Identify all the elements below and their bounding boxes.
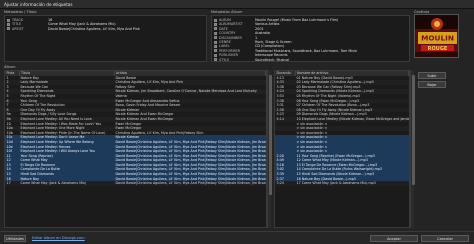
scrollbar-thumb[interactable] bbox=[411, 75, 415, 185]
table-cell: Nicole Kidman, Jim Broadbent, Caroline O… bbox=[114, 89, 266, 94]
meta-panel: TRACK 16 TITLE Come What May (Jack & Abraha… bbox=[4, 15, 207, 62]
field-value[interactable]: Interscope Records bbox=[255, 53, 287, 57]
album-cover-image[interactable]: MOULIN ROUGE bbox=[414, 14, 459, 58]
scrollbar-thumb[interactable] bbox=[268, 75, 272, 195]
field-value[interactable]: Soundtrack, Musical bbox=[255, 58, 289, 61]
tag-editor-window: Ajustar información de etiquetas Metadat… bbox=[0, 0, 474, 244]
field-value[interactable]: 16 bbox=[48, 18, 52, 22]
table-row[interactable]: 10d Elephant Love Medley: Up Where We Bel… bbox=[5, 139, 266, 145]
table-cell: David Bowie|Christina Aguilera, Lil' Kim… bbox=[114, 149, 266, 154]
row-checkbox[interactable] bbox=[7, 22, 10, 26]
move-down-button[interactable]: Bajar bbox=[418, 81, 446, 88]
row-checkbox[interactable] bbox=[214, 44, 217, 48]
row-checkbox[interactable] bbox=[214, 31, 217, 35]
field-value[interactable]: CD (Compilation) bbox=[255, 44, 284, 48]
table-cell: 17 Come What May (Jack & Abrahams Mix).m… bbox=[295, 181, 409, 186]
cancel-button[interactable]: Cancelar bbox=[421, 235, 469, 242]
table-cell: Come What May (Jack & Abrahams Mix) bbox=[19, 181, 114, 186]
album-table-label: Álbum bbox=[4, 65, 16, 69]
table-row[interactable]: 3:24 17 Come What May (Jack & Abrahams Mi… bbox=[275, 181, 409, 186]
cover-art-icon: MOULIN ROUGE bbox=[415, 15, 458, 57]
row-checkbox[interactable] bbox=[214, 53, 217, 57]
row-checkbox[interactable] bbox=[214, 49, 217, 53]
table-cell: David Bowie|Christina Aguilera, Lil' Kim… bbox=[114, 139, 266, 145]
table-cell: 17 bbox=[5, 181, 19, 186]
album-tracks-table[interactable]: Pista Título Artista 1 Nature Boy David Bowi… bbox=[4, 70, 267, 228]
table-cell: 10 Elephant Love Medley (Nicole Kidman, … bbox=[295, 116, 409, 122]
field-value[interactable]: Australia bbox=[255, 31, 270, 35]
field-value[interactable]: 1 bbox=[255, 36, 257, 40]
table-row[interactable]: 17 Come What May (Jack & Abrahams Mix) Dav… bbox=[5, 181, 266, 186]
accept-button[interactable]: Aceptar bbox=[370, 235, 418, 242]
album-table-scrollbar[interactable] bbox=[267, 70, 272, 228]
field-name: ARTIST bbox=[12, 26, 24, 31]
row-checkbox[interactable] bbox=[214, 58, 217, 61]
table-row[interactable]: 10f Elephant Love Medley: I Will Always L… bbox=[5, 149, 266, 154]
status-bar: Utilidades Editar álbum en Discogs.com A… bbox=[0, 231, 474, 244]
window-title: Ajustar información de etiquetas bbox=[0, 0, 474, 9]
field-value[interactable]: Come What May (Jack & Abrahams Mix) bbox=[48, 22, 116, 26]
table-cell: David Bowie|Christina Aguilera, Lil' Kim… bbox=[114, 172, 266, 177]
file-table-scrollbar[interactable] bbox=[410, 70, 415, 228]
cover-subtitle-text: ROUGE bbox=[428, 46, 448, 52]
table-row[interactable]: 15 Hindi Sad Diamonds David Bowie|Christin… bbox=[5, 172, 266, 177]
metadata-row[interactable]: STYLE Soundtrack, Musical bbox=[214, 57, 407, 62]
field-value[interactable]: David Bowie|Christina Aguilera, Lil' Kim… bbox=[48, 27, 140, 31]
row-checkbox[interactable] bbox=[214, 22, 217, 26]
move-up-button[interactable]: Subir bbox=[418, 72, 446, 79]
metadata-row[interactable]: ARTIST David Bowie|Christina Aguilera, Li… bbox=[7, 27, 204, 32]
album-panel-label: Metadatos Álbum bbox=[211, 10, 243, 14]
table-cell: David Bowie|Christina Aguilera, Lil' Kim… bbox=[114, 181, 266, 186]
file-table[interactable]: Duración Nombre de archivo 4:13 01 Nature … bbox=[274, 70, 410, 228]
row-checkbox[interactable] bbox=[214, 40, 217, 44]
row-checkbox[interactable] bbox=[7, 18, 10, 22]
row-checkbox[interactable] bbox=[214, 27, 217, 31]
row-checkbox[interactable] bbox=[7, 27, 10, 31]
meta-panel-label: Metadatos / Título bbox=[4, 10, 37, 14]
album-panel: ALBUM Moulin Rouge! (Music From Baz Luhrm… bbox=[211, 15, 410, 62]
field-value[interactable]: Rock, Stage & Screen bbox=[255, 40, 292, 44]
field-value[interactable]: 2001 bbox=[255, 27, 264, 31]
cover-title-text: MOULIN bbox=[421, 34, 454, 43]
utilities-button[interactable]: Utilidades bbox=[4, 235, 26, 242]
row-checkbox[interactable] bbox=[214, 36, 217, 40]
field-value[interactable]: Traditional Musicians, Soundtrack, Baz L… bbox=[255, 49, 357, 53]
field-value[interactable]: Moulin Rouge! (Music From Baz Luhrmann's… bbox=[255, 18, 338, 22]
table-cell: 3:24 bbox=[275, 181, 295, 186]
row-checkbox[interactable] bbox=[214, 18, 217, 22]
discogs-edit-link[interactable]: Editar álbum en Discogs.com bbox=[32, 236, 85, 240]
field-name: STYLE bbox=[219, 57, 230, 62]
field-value[interactable]: Various Artists bbox=[255, 22, 279, 26]
